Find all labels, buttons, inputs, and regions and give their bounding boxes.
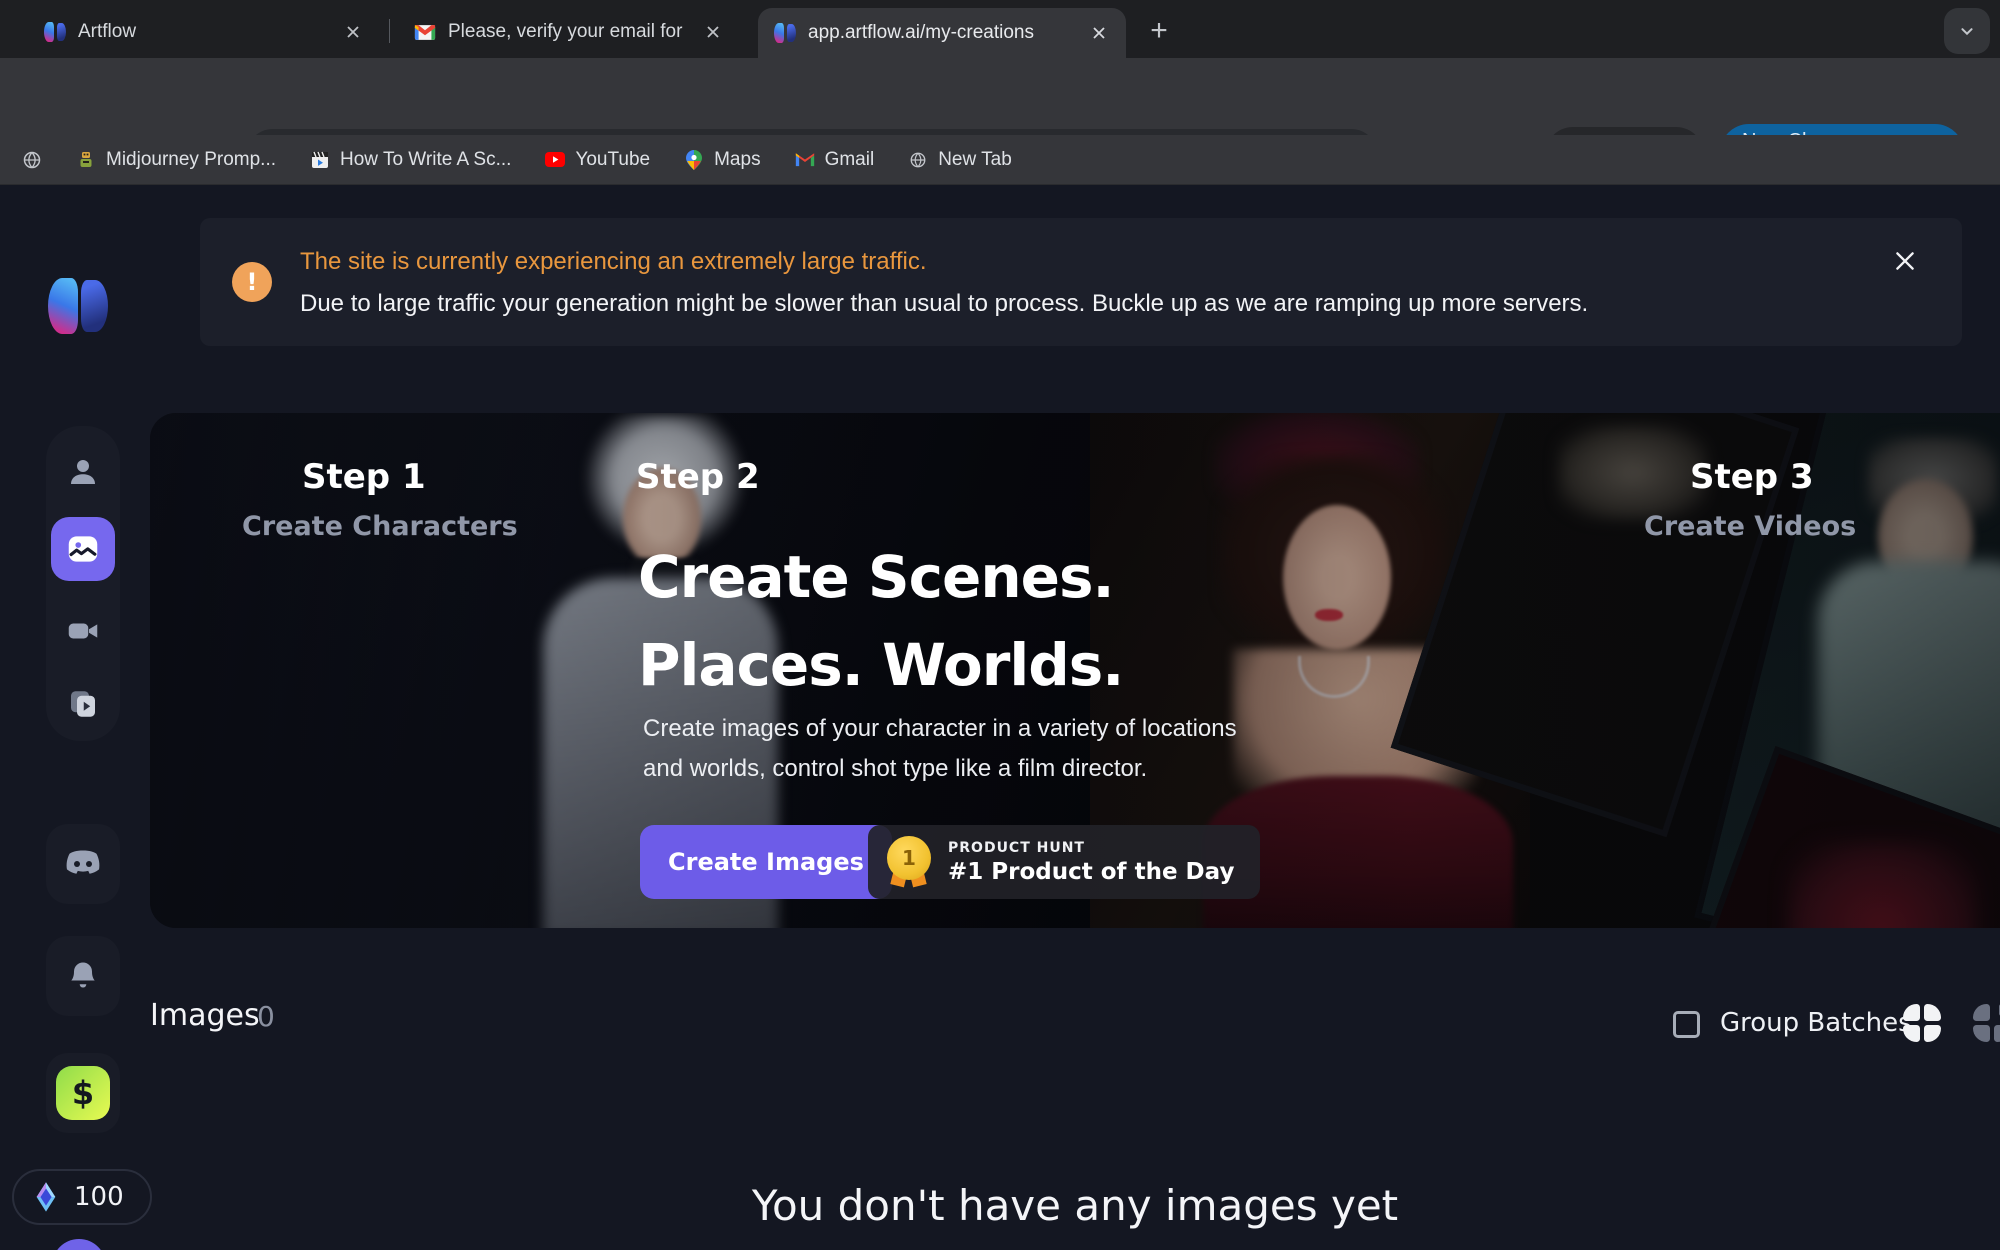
- hero-description: Create images of your character in a var…: [643, 709, 1237, 789]
- gmail-icon: [795, 150, 815, 170]
- product-hunt-big-label: #1 Product of the Day: [948, 859, 1234, 885]
- banner-message: Due to large traffic your generation mig…: [300, 290, 1588, 318]
- image-icon: [64, 530, 102, 568]
- warning-icon: !: [232, 262, 272, 302]
- close-icon[interactable]: [700, 19, 726, 45]
- robot-icon: [76, 150, 96, 170]
- new-tab-button[interactable]: +: [1140, 12, 1178, 50]
- upgrade-button[interactable]: $: [46, 1053, 120, 1133]
- tab-gmail-verify[interactable]: Please, verify your email for a: [398, 10, 740, 54]
- masonry-view-icon[interactable]: [1973, 1004, 2000, 1042]
- medal-number: 1: [887, 836, 931, 880]
- bookmark-label: YouTube: [575, 149, 650, 171]
- medal-icon: 1: [886, 834, 932, 890]
- bookmark-youtube[interactable]: YouTube: [545, 149, 650, 171]
- hero-description-line1: Create images of your character in a var…: [643, 709, 1237, 749]
- clapperboard-icon: [310, 150, 330, 170]
- tab-title: Artflow: [78, 21, 328, 43]
- bookmark-maps[interactable]: Maps: [684, 149, 760, 171]
- maps-pin-icon: [684, 150, 704, 170]
- artflow-favicon-icon: [44, 22, 66, 42]
- bookmark-midjourney[interactable]: Midjourney Promp...: [76, 149, 276, 171]
- bookmark-gmail[interactable]: Gmail: [795, 149, 875, 171]
- gem-icon: [30, 1181, 62, 1213]
- bookmark-new-tab[interactable]: New Tab: [908, 149, 1012, 171]
- hero-description-line2: and worlds, control shot type like a fil…: [643, 749, 1237, 789]
- images-count: 0: [257, 1000, 275, 1033]
- youtube-icon: [545, 150, 565, 170]
- discord-button[interactable]: [46, 824, 120, 904]
- step3-subtitle: Create Videos: [1644, 511, 1856, 542]
- browser-window: Artflow Please, verify your email for a: [0, 0, 2000, 1250]
- bell-icon: [65, 958, 101, 994]
- group-batches-checkbox[interactable]: [1673, 1011, 1700, 1038]
- product-hunt-badge[interactable]: 1 PRODUCT HUNT #1 Product of the Day: [868, 825, 1260, 899]
- hero-heading-line2: Places. Worlds.: [638, 621, 1123, 709]
- sidebar-item-clips[interactable]: [63, 684, 103, 724]
- banner-title: The site is currently experiencing an ex…: [300, 248, 927, 276]
- sidebar-nav-rail: [46, 426, 120, 741]
- tab-title: Please, verify your email for a: [448, 21, 688, 43]
- hero-banner: Step 1 Create Characters Step 2 Create S…: [150, 413, 2000, 928]
- product-hunt-small-label: PRODUCT HUNT: [948, 840, 1234, 856]
- avatar[interactable]: [52, 1239, 106, 1250]
- tab-separator: [389, 19, 390, 43]
- globe-icon[interactable]: [22, 150, 42, 170]
- bookmark-label: Gmail: [825, 149, 875, 171]
- group-batches-label: Group Batches: [1720, 1008, 1912, 1038]
- close-icon[interactable]: [1086, 20, 1112, 46]
- tab-active-my-creations[interactable]: app.artflow.ai/my-creations: [758, 8, 1126, 58]
- close-icon[interactable]: [1890, 246, 1920, 276]
- bookmarks-bar: Midjourney Promp... How To Write A Sc...…: [0, 135, 2000, 185]
- bookmark-label: Midjourney Promp...: [106, 149, 276, 171]
- gmail-favicon-icon: [414, 24, 436, 41]
- tab-artflow[interactable]: Artflow: [28, 10, 380, 54]
- step2-title: Step 2: [636, 457, 760, 497]
- artflow-logo[interactable]: [48, 278, 108, 334]
- discord-icon: [62, 848, 104, 880]
- traffic-warning-banner: ! The site is currently experiencing an …: [200, 218, 1962, 346]
- bookmark-label: Maps: [714, 149, 760, 171]
- tab-strip: Artflow Please, verify your email for a: [0, 0, 2000, 58]
- tab-search-chevron-button[interactable]: [1944, 8, 1990, 54]
- credits-counter[interactable]: 100: [12, 1169, 152, 1225]
- credits-value: 100: [74, 1182, 124, 1212]
- bookmark-howtowrite[interactable]: How To Write A Sc...: [310, 149, 511, 171]
- step1-subtitle: Create Characters: [242, 511, 518, 542]
- notifications-button[interactable]: [46, 936, 120, 1016]
- close-icon[interactable]: [340, 19, 366, 45]
- bookmark-label: New Tab: [938, 149, 1012, 171]
- sidebar-item-characters[interactable]: [63, 452, 103, 492]
- grid-view-icon[interactable]: [1903, 1004, 1941, 1042]
- sidebar-item-images-selected[interactable]: [51, 517, 115, 581]
- images-section-title: Images: [150, 998, 260, 1033]
- dollar-icon: $: [56, 1066, 110, 1120]
- step1-title: Step 1: [302, 457, 426, 497]
- globe-icon: [908, 150, 928, 170]
- sidebar-item-videos[interactable]: [63, 611, 103, 651]
- hero-heading: Create Scenes. Places. Worlds.: [638, 533, 1123, 709]
- artflow-favicon-icon: [774, 23, 796, 43]
- artflow-app: ! The site is currently experiencing an …: [0, 186, 2000, 1250]
- bookmark-label: How To Write A Sc...: [340, 149, 511, 171]
- step3-title: Step 3: [1690, 457, 1814, 497]
- browser-toolbar: app Incognito: [0, 58, 2000, 135]
- tab-title: app.artflow.ai/my-creations: [808, 22, 1074, 44]
- hero-heading-line1: Create Scenes.: [638, 533, 1123, 621]
- empty-state-message: You don't have any images yet: [752, 1181, 1398, 1230]
- create-images-button[interactable]: Create Images: [640, 825, 892, 899]
